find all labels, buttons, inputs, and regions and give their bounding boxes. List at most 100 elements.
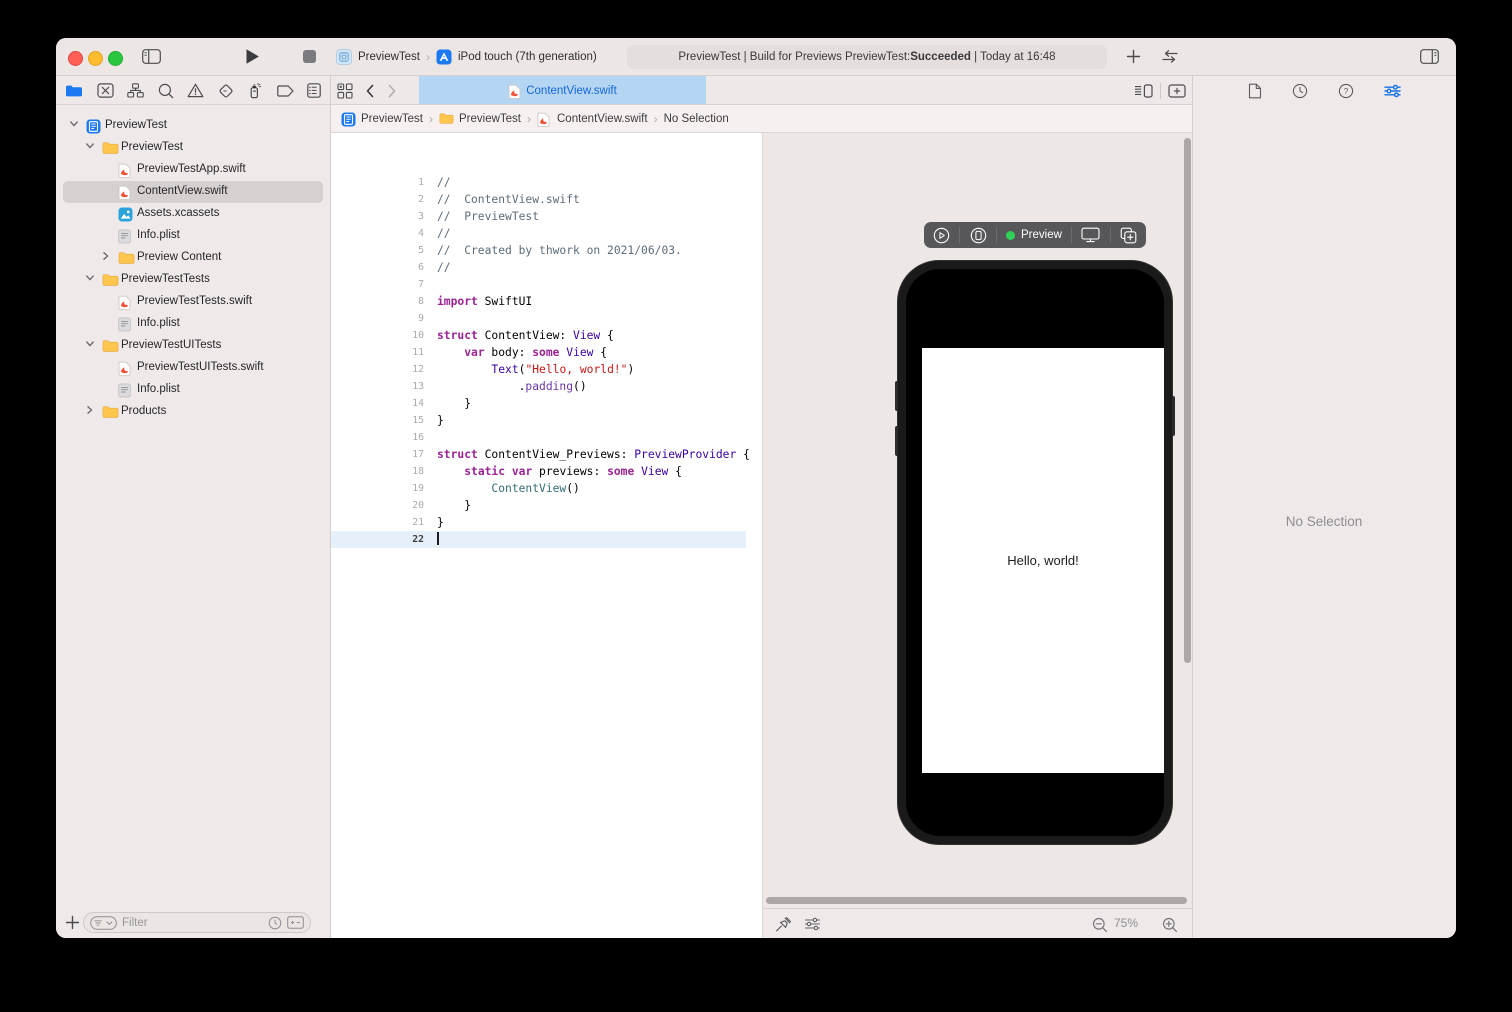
breadcrumb-item[interactable]: PreviewTest — [459, 113, 521, 125]
code-line-20[interactable]: 20 } — [330, 497, 746, 514]
code-line-18[interactable]: 18 static var previews: some View { — [330, 463, 746, 480]
breakpoints-icon[interactable] — [276, 84, 294, 97]
tests-icon[interactable] — [218, 83, 234, 99]
find-icon[interactable] — [158, 83, 174, 99]
breadcrumb-item[interactable]: ContentView.swift — [557, 113, 648, 125]
zoom-out-button[interactable] — [1092, 917, 1108, 933]
code-line-7[interactable]: 7 — [330, 276, 746, 293]
run-button[interactable] — [245, 48, 260, 65]
symbols-icon[interactable] — [127, 83, 144, 98]
add-editor-icon[interactable] — [1168, 84, 1186, 98]
navigator-row-products[interactable]: Products — [56, 401, 330, 423]
filter-field[interactable]: Filter — [83, 912, 311, 933]
preview-on-device-button[interactable] — [970, 227, 987, 244]
navigator-row-preview-content[interactable]: Preview Content — [56, 247, 330, 269]
live-preview-button[interactable] — [933, 227, 950, 244]
source-control-icon[interactable] — [96, 83, 114, 98]
source-editor[interactable]: 1 // 2 // ContentView.swift 3 // PreviewTest 4… — [330, 133, 762, 938]
add-file-button[interactable] — [65, 915, 80, 930]
scheme-selector[interactable]: PreviewTest › iPod touch (7th generation… — [336, 38, 597, 76]
folder-icon — [102, 339, 119, 354]
code-lines: 1 // 2 // ContentView.swift 3 // PreviewTest 4… — [330, 174, 762, 548]
navigator-row-previewtesttests-swift[interactable]: PreviewTestTests.swift — [56, 291, 330, 313]
file-inspector-icon[interactable] — [1248, 83, 1262, 99]
disclosure-closed-icon[interactable] — [101, 251, 113, 265]
history-inspector-icon[interactable] — [1292, 83, 1308, 99]
canvas-horizontal-scrollbar[interactable] — [766, 897, 1187, 904]
code-line-19[interactable]: 19 ContentView() — [330, 480, 746, 497]
project-icon — [86, 119, 102, 134]
canvas-vertical-scrollbar[interactable] — [1184, 138, 1191, 663]
close-window-button[interactable] — [68, 50, 83, 66]
reports-icon[interactable] — [307, 83, 321, 98]
line-number: 8 — [418, 296, 424, 307]
navigator-row-info-plist[interactable]: Info.plist — [56, 313, 330, 335]
code-line-3[interactable]: 3 // PreviewTest — [330, 208, 746, 225]
navigator-row-contentview-swift[interactable]: ContentView.swift — [56, 181, 330, 203]
navigator-row-previewtest[interactable]: PreviewTest — [56, 115, 330, 137]
tab-overview-icon[interactable] — [337, 83, 353, 99]
breadcrumb-item[interactable]: PreviewTest — [361, 113, 423, 125]
code-line-1[interactable]: 1 // — [330, 174, 746, 191]
code-line-15[interactable]: 15} — [330, 412, 746, 429]
navigator-row-info-plist[interactable]: Info.plist — [56, 225, 330, 247]
code-line-21[interactable]: 21} — [330, 514, 746, 531]
navigator-row-previewtestuitests[interactable]: PreviewTestUITests — [56, 335, 330, 357]
code-line-6[interactable]: 6 // — [330, 259, 746, 276]
disclosure-open-icon[interactable] — [85, 339, 97, 353]
code-line-2[interactable]: 2 // ContentView.swift — [330, 191, 746, 208]
attributes-inspector-icon[interactable] — [1383, 84, 1401, 98]
navigator-row-previewtestapp-swift[interactable]: PreviewTestApp.swift — [56, 159, 330, 181]
debug-icon[interactable] — [247, 82, 263, 99]
preview-content-view[interactable]: Hello, world! — [922, 348, 1164, 773]
code-line-5[interactable]: 5 // Created by thwork on 2021/06/03. — [330, 242, 746, 259]
forward-button[interactable] — [387, 84, 397, 98]
help-inspector-icon[interactable]: ? — [1338, 83, 1354, 99]
external-display-button[interactable] — [1081, 227, 1100, 243]
issues-icon[interactable] — [187, 83, 204, 98]
stop-button[interactable] — [303, 50, 316, 63]
tab-contentview-swift[interactable]: ContentView.swift — [419, 76, 706, 105]
disclosure-open-icon[interactable] — [69, 119, 81, 133]
navigator-row-previewtest[interactable]: PreviewTest — [56, 137, 330, 159]
canvas-settings-button[interactable] — [804, 917, 821, 931]
code-line-13[interactable]: 13 .padding() — [330, 378, 746, 395]
duplicate-preview-button[interactable] — [1120, 227, 1137, 244]
code-line-4[interactable]: 4 // — [330, 225, 746, 242]
code-line-17[interactable]: 17 struct ContentView_Previews: PreviewPr… — [330, 446, 750, 463]
editor-options-icon[interactable] — [1134, 84, 1153, 98]
status-text: PreviewTest | Build for Previews Preview… — [678, 51, 911, 63]
code-line-16[interactable]: 16 — [330, 429, 746, 446]
maximize-window-button[interactable] — [108, 50, 123, 66]
code-line-10[interactable]: 10 struct ContentView: View { — [330, 327, 746, 344]
project-navigator-panel: PreviewTest PreviewTest PreviewTestApp.swi… — [56, 105, 330, 938]
toggle-inspector-icon[interactable] — [1420, 49, 1439, 64]
code-line-12[interactable]: 12 Text("Hello, world!") — [330, 361, 746, 378]
library-plus-button[interactable] — [1126, 49, 1141, 64]
project-navigator-icon[interactable] — [65, 84, 83, 98]
disclosure-closed-icon[interactable] — [85, 405, 97, 419]
disclosure-open-icon[interactable] — [85, 141, 97, 155]
zoom-in-button[interactable] — [1162, 917, 1178, 933]
minimize-window-button[interactable] — [88, 50, 103, 66]
code-line-11[interactable]: 11 var body: some View { — [330, 344, 746, 361]
scope-filter-icon[interactable] — [287, 916, 304, 929]
code-text: // Created by thwork on 2021/06/03. — [437, 244, 682, 257]
navigator-row-info-plist[interactable]: Info.plist — [56, 379, 330, 401]
file-label: PreviewTestTests — [121, 273, 210, 285]
recent-filter-icon[interactable] — [268, 916, 282, 930]
code-line-14[interactable]: 14 } — [330, 395, 746, 412]
code-line-22[interactable]: 22 — [330, 531, 746, 548]
breadcrumb-item[interactable]: No Selection — [664, 113, 729, 125]
navigator-row-previewtesttests[interactable]: PreviewTestTests — [56, 269, 330, 291]
code-line-9[interactable]: 9 — [330, 310, 746, 327]
disclosure-open-icon[interactable] — [85, 273, 97, 287]
code-review-button[interactable] — [1160, 49, 1180, 64]
code-line-8[interactable]: 8 import SwiftUI — [330, 293, 746, 310]
navigator-row-previewtestuitests-swift[interactable]: PreviewTestUITests.swift — [56, 357, 330, 379]
pin-preview-button[interactable] — [774, 916, 792, 934]
toggle-navigator-icon[interactable] — [142, 49, 161, 64]
back-button[interactable] — [365, 84, 375, 98]
jump-bar[interactable]: PreviewTest › PreviewTest › ContentView.swif… — [330, 105, 1192, 133]
navigator-row-assets-xcassets[interactable]: Assets.xcassets — [56, 203, 330, 225]
